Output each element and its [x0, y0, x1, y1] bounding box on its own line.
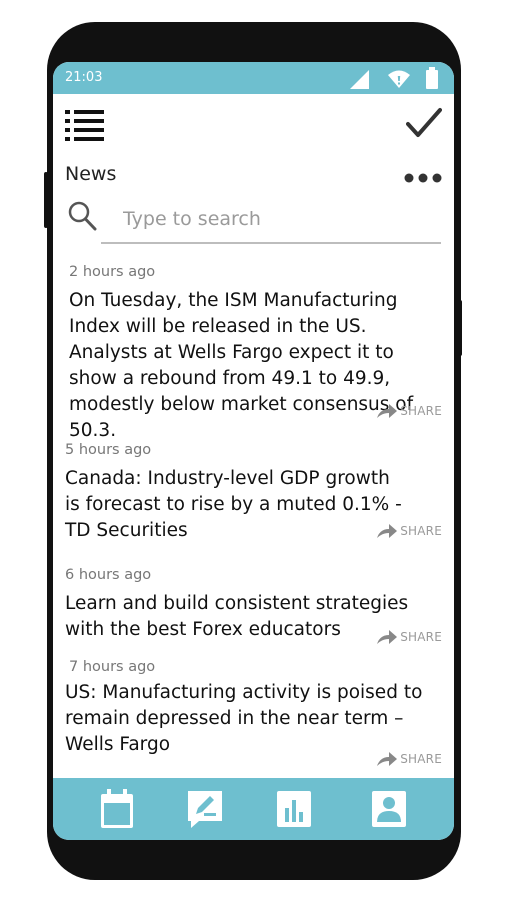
signal-icon — [350, 70, 369, 89]
more-dots-icon[interactable] — [404, 172, 442, 184]
edit-icon[interactable] — [185, 788, 225, 830]
share-label: SHARE — [400, 524, 442, 538]
section-title: News — [65, 163, 117, 185]
battery-icon — [426, 67, 438, 89]
share-label: SHARE — [400, 630, 442, 644]
calendar-icon[interactable] — [97, 788, 137, 830]
news-headline[interactable]: Canada: Industry-level GDP growth is for… — [65, 466, 405, 544]
search-icon[interactable] — [67, 200, 97, 232]
list-menu-icon[interactable] — [65, 108, 105, 142]
share-arrow-icon — [377, 524, 398, 538]
news-timestamp: 5 hours ago — [65, 442, 152, 458]
share-button[interactable]: SHARE — [376, 523, 442, 539]
app-toolbar — [53, 94, 454, 162]
share-label: SHARE — [400, 404, 442, 418]
news-timestamp: 7 hours ago — [69, 659, 156, 675]
share-label: SHARE — [400, 752, 442, 766]
share-button[interactable]: SHARE — [376, 403, 442, 419]
checkmark-icon[interactable] — [406, 106, 442, 140]
chart-icon[interactable] — [274, 788, 314, 830]
news-headline[interactable]: US: Manufacturing activity is poised to … — [65, 680, 437, 758]
phone-screen: 21:03 News 2 hours — [53, 62, 454, 840]
news-headline[interactable]: On Tuesday, the ISM Manufacturing Index … — [69, 288, 447, 444]
bottom-navigation — [53, 778, 454, 840]
wifi-icon — [388, 70, 410, 88]
share-arrow-icon — [377, 404, 398, 418]
share-arrow-icon — [377, 630, 398, 644]
share-button[interactable]: SHARE — [376, 751, 442, 767]
share-arrow-icon — [377, 752, 398, 766]
volume-button — [44, 172, 48, 228]
status-time: 21:03 — [65, 70, 103, 85]
news-timestamp: 6 hours ago — [65, 567, 152, 583]
search-input[interactable] — [101, 196, 441, 244]
status-bar: 21:03 — [53, 62, 454, 94]
news-timestamp: 2 hours ago — [69, 264, 156, 280]
profile-icon[interactable] — [369, 788, 409, 830]
power-button — [458, 300, 462, 356]
share-button[interactable]: SHARE — [376, 629, 442, 645]
